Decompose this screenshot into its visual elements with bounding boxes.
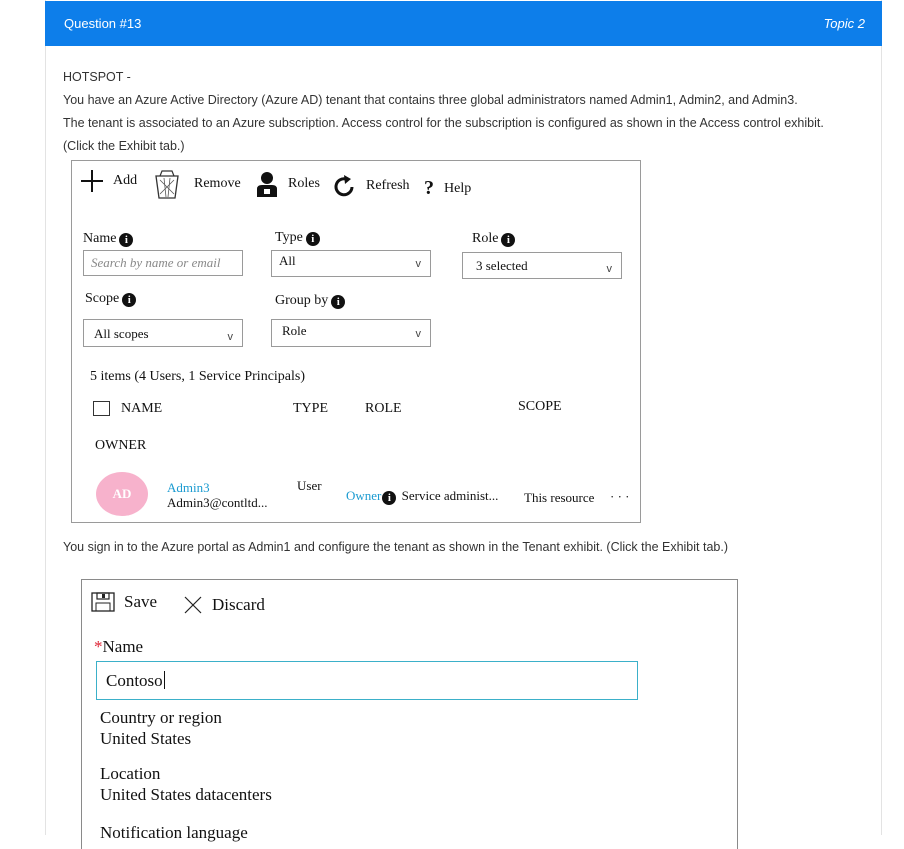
question-tag: HOTSPOT - <box>63 70 131 84</box>
chevron-down-icon: v <box>415 328 422 340</box>
location-label: Location <box>100 764 161 783</box>
question-header: Question #13 Topic 2 <box>45 1 882 46</box>
role-cell: Owner i Service administ... <box>346 488 498 505</box>
info-icon: i <box>122 293 137 307</box>
column-header-type[interactable]: TYPE <box>293 401 328 417</box>
type-select[interactable]: All v <box>271 250 431 277</box>
groupby-filter-label: Group by i <box>275 293 346 309</box>
column-header-role[interactable]: ROLE <box>365 401 402 417</box>
avatar: AD <box>96 472 148 516</box>
remove-button[interactable]: Remove <box>152 168 241 200</box>
question-text: HOTSPOT - You have an Azure Active Direc… <box>63 66 863 158</box>
trash-icon <box>155 170 179 199</box>
save-icon <box>91 592 115 612</box>
user-type: User <box>297 478 322 493</box>
help-label: Help <box>444 180 472 196</box>
more-options-icon[interactable]: · · · <box>610 489 630 505</box>
discard-button[interactable]: Discard <box>183 595 265 615</box>
country-value: United States <box>100 729 192 748</box>
save-button[interactable]: Save <box>91 592 157 612</box>
info-icon: i <box>501 233 516 247</box>
name-filter-label: Name i <box>83 231 134 247</box>
user-email: Admin3@contltd... <box>167 495 268 510</box>
column-header-name[interactable]: NAME <box>121 401 162 417</box>
info-icon: i <box>331 295 346 309</box>
question-line: You have an Azure Active Directory (Azur… <box>63 93 798 107</box>
info-icon: i <box>305 232 320 246</box>
scope-select[interactable]: All scopes v <box>83 319 243 347</box>
refresh-label: Refresh <box>366 178 410 193</box>
select-all-checkbox[interactable] <box>93 401 110 416</box>
remove-label: Remove <box>194 176 241 191</box>
help-button[interactable]: ? Help <box>424 177 471 200</box>
info-icon: i <box>382 491 397 505</box>
name-search-input[interactable]: Search by name or email <box>83 250 243 276</box>
add-button[interactable]: Add <box>80 169 137 193</box>
tenant-name-input[interactable]: Contoso <box>96 661 638 700</box>
roles-label: Roles <box>288 176 320 191</box>
role-select[interactable]: 3 selected v <box>462 252 622 279</box>
column-header-scope[interactable]: SCOPE <box>518 399 562 415</box>
role-detail: Service administ... <box>401 488 499 503</box>
refresh-icon <box>334 175 354 197</box>
question-number: Question #13 <box>64 16 142 31</box>
chevron-down-icon: v <box>227 331 234 343</box>
location-field: Location United States datacenters <box>100 763 272 805</box>
close-icon <box>184 596 202 614</box>
name-field-label: *Name <box>94 637 144 656</box>
roles-button[interactable]: Roles <box>256 171 320 197</box>
tenant-exhibit: Save Discard *Name Contoso Country or re… <box>81 579 738 849</box>
scope-filter-label: Scope i <box>85 291 137 307</box>
groupby-select[interactable]: Role v <box>271 319 431 347</box>
instruction-text: You sign in to the Azure portal as Admin… <box>63 540 728 554</box>
access-control-exhibit: Add Remove Roles Refresh ? Help Name i Se… <box>71 160 641 523</box>
text-cursor <box>163 671 165 689</box>
scope-cell: This resource <box>524 490 595 505</box>
chevron-down-icon: v <box>415 258 422 270</box>
chevron-down-icon: v <box>606 263 613 275</box>
country-field: Country or region United States <box>100 707 222 749</box>
role-filter-label: Role i <box>472 231 516 247</box>
discard-label: Discard <box>212 595 265 614</box>
info-icon: i <box>119 233 134 247</box>
user-name-link[interactable]: Admin3 <box>167 480 210 496</box>
refresh-button[interactable]: Refresh <box>334 175 410 197</box>
plus-icon <box>81 170 103 192</box>
group-heading-owner: OWNER <box>95 438 147 453</box>
question-line: (Click the Exhibit tab.) <box>63 139 185 153</box>
question-mark-icon: ? <box>424 177 434 199</box>
role-link[interactable]: Owner <box>346 488 381 503</box>
user-icon <box>257 172 277 197</box>
notification-language-label: Notification language <box>100 823 248 842</box>
type-filter-label: Type i <box>275 230 320 246</box>
topic-label: Topic 2 <box>823 16 865 31</box>
country-label: Country or region <box>100 708 222 727</box>
save-label: Save <box>124 592 158 611</box>
question-line: The tenant is associated to an Azure sub… <box>63 116 824 130</box>
add-label: Add <box>113 173 138 188</box>
location-value: United States datacenters <box>100 785 272 804</box>
items-summary: 5 items (4 Users, 1 Service Principals) <box>90 369 306 384</box>
required-marker: * <box>94 637 103 656</box>
